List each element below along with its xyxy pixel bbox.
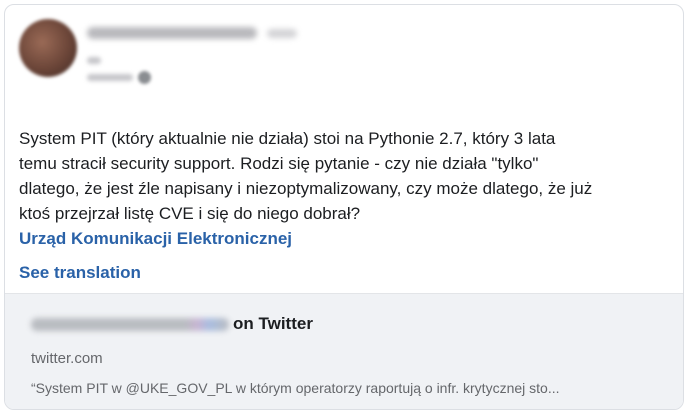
author-avatar[interactable] xyxy=(19,19,77,77)
post-body: System PIT (który aktualnie nie działa) … xyxy=(19,101,675,276)
link-preview-title[interactable]: on Twitter xyxy=(31,314,313,334)
author-name-redacted[interactable] xyxy=(87,27,257,39)
link-preview-domain: twitter.com xyxy=(31,350,103,367)
post-card: System PIT (który aktualnie nie działa) … xyxy=(4,4,684,410)
post-meta-redacted xyxy=(87,74,133,81)
audience-globe-icon[interactable] xyxy=(138,71,151,84)
link-preview-description: “System PIT w @UKE_GOV_PL w którym opera… xyxy=(31,380,560,396)
author-meta-redacted xyxy=(267,29,297,38)
see-translation-link[interactable]: See translation xyxy=(19,263,141,283)
mention-link[interactable]: Urząd Komunikacji Elektronicznej xyxy=(19,226,675,251)
post-date-redacted[interactable] xyxy=(87,57,101,64)
link-preview[interactable]: on Twitter twitter.com “System PIT w @UK… xyxy=(5,293,683,409)
link-preview-title-suffix: on Twitter xyxy=(233,314,313,333)
tweet-author-redacted xyxy=(31,317,229,331)
post-text: System PIT (który aktualnie nie działa) … xyxy=(19,129,593,223)
